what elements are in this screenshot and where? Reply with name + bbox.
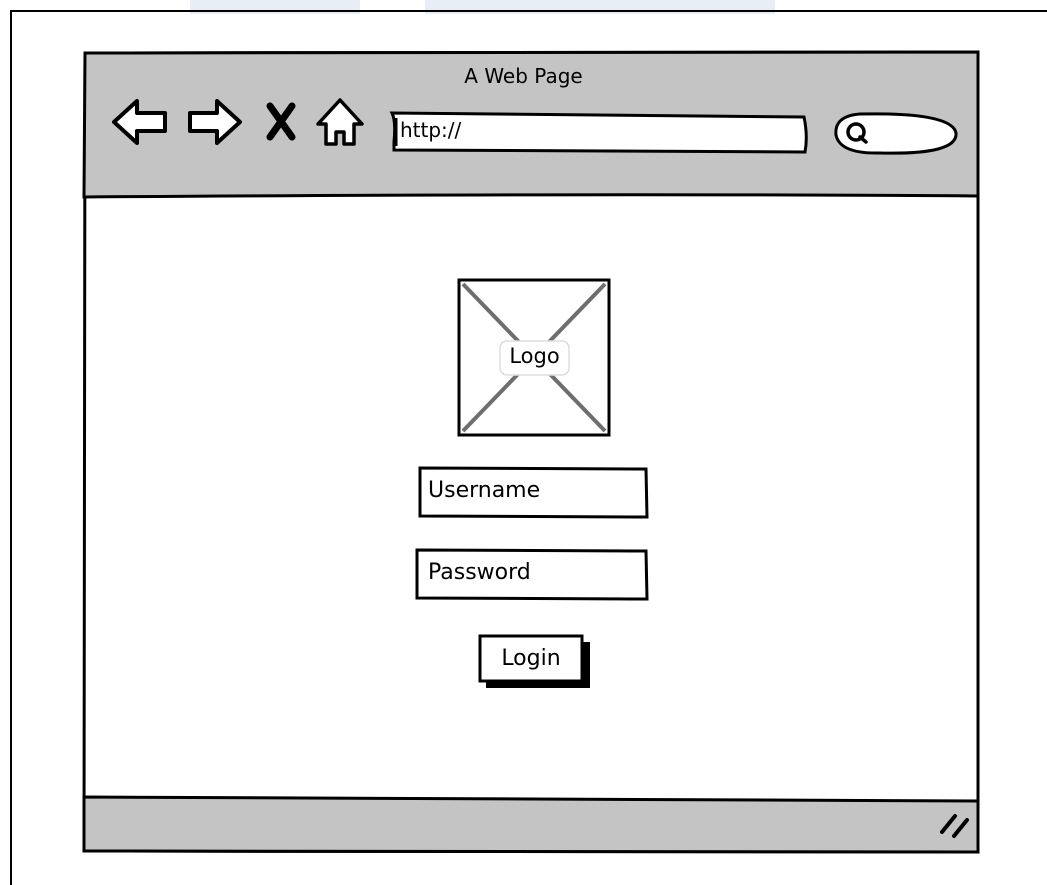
login-button[interactable]: Login bbox=[480, 646, 582, 671]
browser-status-bar bbox=[82, 795, 980, 854]
search-icon[interactable] bbox=[846, 122, 868, 144]
wireframe-canvas: A Web Page http:// Logo Username Passwor… bbox=[0, 0, 1047, 885]
password-input[interactable]: Password bbox=[428, 560, 531, 585]
address-bar-input[interactable]: http:// bbox=[400, 118, 461, 142]
window-title: A Web Page bbox=[464, 64, 583, 88]
logo-label: Logo bbox=[509, 344, 560, 368]
search-input[interactable] bbox=[866, 116, 952, 150]
username-input[interactable]: Username bbox=[428, 478, 540, 503]
